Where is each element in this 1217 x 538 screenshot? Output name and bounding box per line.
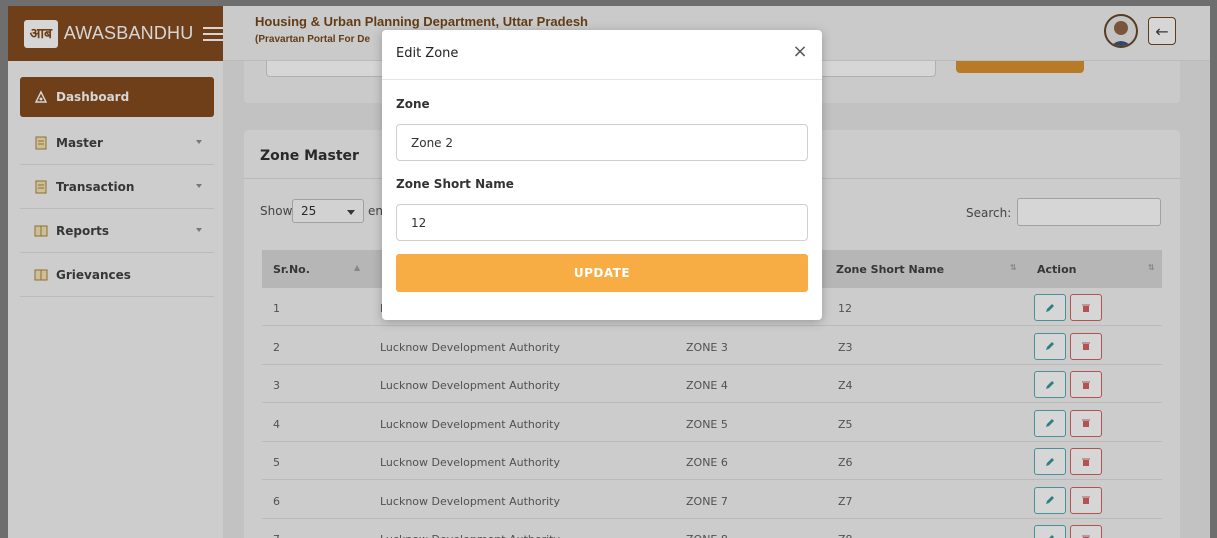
zone-short-name-input[interactable] <box>396 204 808 241</box>
zone-input[interactable] <box>396 124 808 161</box>
modal-title: Edit Zone <box>396 46 459 61</box>
zone-short-name-label: Zone Short Name <box>396 177 514 191</box>
zone-label: Zone <box>396 97 430 111</box>
close-icon[interactable]: × <box>792 43 808 61</box>
edit-zone-modal: Edit Zone × Zone Zone Short Name UPDATE <box>382 30 822 320</box>
update-button[interactable]: UPDATE <box>396 254 808 292</box>
modal-header: Edit Zone × <box>382 30 822 80</box>
